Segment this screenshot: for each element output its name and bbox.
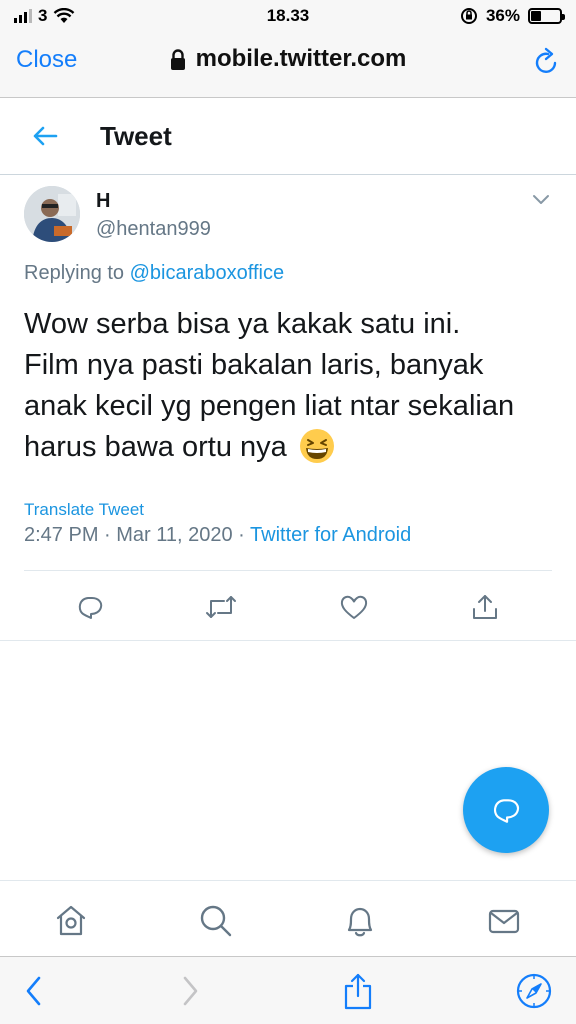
tweet-text-last-line: harus bawa ortu nya [24, 427, 554, 468]
translate-tweet-link[interactable]: Translate Tweet [24, 500, 144, 520]
reload-button[interactable] [534, 46, 560, 81]
retweet-button[interactable] [204, 590, 238, 624]
tweet-text-line: anak kecil yg pengen liat ntar sekalian [24, 390, 515, 422]
tweet-menu-button[interactable] [532, 192, 550, 210]
like-button[interactable] [337, 590, 371, 624]
author-handle[interactable]: @hentan999 [96, 218, 211, 241]
search-icon [200, 905, 232, 937]
back-button[interactable] [30, 121, 60, 156]
divider [24, 570, 552, 571]
notifications-icon [347, 907, 373, 937]
back-arrow-icon [33, 126, 58, 146]
browser-share-button[interactable] [338, 971, 378, 1011]
chevron-right-icon [183, 976, 198, 1006]
reply-icon [78, 597, 103, 619]
lock-icon [170, 48, 185, 70]
replying-prefix: Replying to [24, 262, 125, 284]
page-title: Tweet [100, 121, 172, 151]
tweet-meta: 2:47 PM · Mar 11, 2020 · Twitter for And… [24, 524, 411, 547]
browser-forward-button[interactable] [170, 971, 210, 1011]
reply-button[interactable] [73, 590, 107, 624]
replying-to: Replying to @bicaraboxoffice [24, 262, 284, 285]
tweet-source-link[interactable]: Twitter for Android [250, 524, 411, 546]
share-icon [344, 973, 372, 1010]
browser-back-button[interactable] [14, 971, 54, 1011]
messages-icon [488, 909, 520, 934]
author-name[interactable]: H [96, 190, 110, 213]
grinning-squinting-face-icon [299, 429, 334, 463]
battery-percent: 36% [485, 6, 520, 25]
status-right: 36% [460, 6, 565, 26]
browser-compass-button[interactable] [514, 971, 554, 1011]
tweet-text-line: harus bawa ortu nya [24, 431, 287, 463]
reply-icon [493, 799, 520, 823]
avatar-image [24, 186, 80, 242]
avatar[interactable] [24, 186, 80, 242]
chevron-down-icon [533, 195, 549, 204]
status-bar: 3 18.33 36% [0, 0, 576, 32]
share-icon [473, 595, 497, 619]
url-text: mobile.twitter.com [195, 45, 407, 72]
tweet-text-line: Film nya pasti bakalan laris, banyak [24, 349, 484, 381]
nav-messages[interactable] [484, 901, 524, 941]
tweet-timestamp[interactable]: 2:47 PM · Mar 11, 2020 · [24, 524, 250, 546]
browser-top-bar: Close mobile.twitter.com [0, 32, 576, 98]
nav-notifications[interactable] [340, 901, 380, 941]
share-button[interactable] [468, 590, 502, 624]
home-icon [56, 905, 86, 936]
tweet-header: Tweet [0, 99, 576, 175]
nav-search[interactable] [196, 901, 236, 941]
url-bar[interactable]: mobile.twitter.com [0, 45, 576, 73]
heart-icon [340, 595, 368, 619]
chevron-left-icon [26, 976, 41, 1006]
reload-icon [535, 47, 557, 73]
battery-icon [528, 8, 565, 24]
tweet-text: Wow serba bisa ya kakak satu ini. Film n… [24, 304, 554, 468]
compose-reply-button[interactable] [463, 767, 549, 853]
tweet-actions [0, 590, 576, 624]
orientation-lock-icon [460, 8, 477, 24]
bottom-nav [0, 880, 576, 956]
retweet-icon [206, 596, 236, 618]
compass-icon [516, 973, 552, 1009]
divider [0, 640, 576, 641]
replying-mention-link[interactable]: @bicaraboxoffice [130, 262, 284, 284]
browser-bottom-toolbar [0, 956, 576, 1024]
tweet-text-line: Wow serba bisa ya kakak satu ini. [24, 308, 461, 340]
nav-home[interactable] [51, 901, 91, 941]
